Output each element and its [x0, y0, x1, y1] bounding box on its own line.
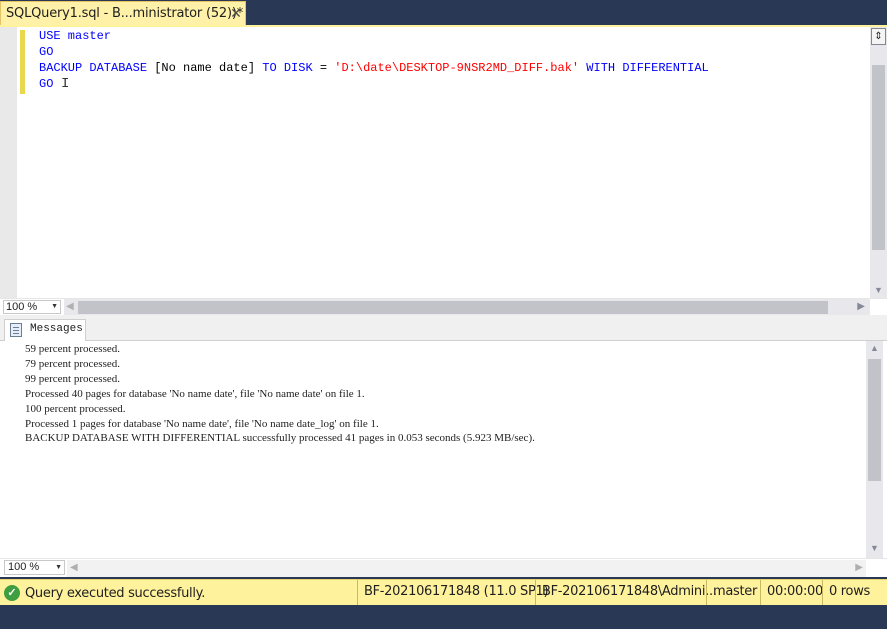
chevron-down-icon: ▼: [55, 564, 62, 571]
scroll-left-icon[interactable]: ◀: [66, 299, 74, 315]
tab-sqlquery1[interactable]: SQLQuery1.sql - B...ministrator (52))* ✕: [0, 1, 246, 25]
message-line: 100 percent processed.: [25, 402, 126, 415]
code-line[interactable]: GO: [39, 76, 709, 92]
code-line[interactable]: USE master: [39, 28, 709, 44]
code-token: BACKUP DATABASE: [39, 61, 155, 75]
text-cursor-icon: I: [61, 76, 70, 92]
messages-vertical-scrollbar[interactable]: ▲ ▼: [866, 341, 883, 558]
editor-status-row: 100 % ▼ ◀ ▶: [0, 298, 887, 316]
message-line: 99 percent processed.: [25, 372, 120, 385]
messages-pane[interactable]: 59 percent processed. 79 percent processe…: [0, 341, 887, 558]
code-token: WITH DIFFERENTIAL: [579, 61, 709, 75]
tab-messages-label: Messages: [30, 323, 83, 335]
messages-scroll-thumb[interactable]: [868, 359, 881, 481]
tab-title: SQLQuery1.sql - B...ministrator (52))*: [6, 6, 244, 21]
editor-scroll-thumb[interactable]: [872, 65, 885, 250]
query-status-bar: ✓ Query executed successfully. BF-202106…: [0, 579, 887, 605]
scroll-down-icon[interactable]: ▼: [870, 282, 887, 298]
close-icon[interactable]: ✕: [228, 5, 244, 21]
status-rows: 0 rows: [822, 580, 870, 605]
document-tab-strip: SQLQuery1.sql - B...ministrator (52))* ✕: [0, 0, 887, 25]
code-line[interactable]: GO: [39, 44, 709, 60]
messages-icon: [10, 323, 22, 337]
editor-vertical-scrollbar[interactable]: ⇕ ▼: [870, 27, 887, 300]
editor-zoom-select[interactable]: 100 % ▼: [3, 300, 61, 314]
scroll-right-icon[interactable]: ▶: [855, 560, 863, 576]
status-database: master: [706, 580, 757, 605]
scroll-left-icon[interactable]: ◀: [70, 560, 78, 576]
code-token: USE master: [39, 29, 112, 43]
status-elapsed: 00:00:00: [760, 580, 823, 605]
message-line: BACKUP DATABASE WITH DIFFERENTIAL succes…: [25, 432, 535, 445]
message-line: Processed 1 pages for database 'No name …: [25, 417, 379, 430]
tab-messages[interactable]: Messages: [4, 319, 86, 341]
chevron-down-icon: ▼: [51, 303, 58, 310]
split-window-button[interactable]: ⇕: [871, 28, 886, 45]
results-status-row: 100 % ▼ ◀ ▶: [0, 558, 887, 577]
results-zoom-select[interactable]: 100 % ▼: [4, 560, 65, 575]
scroll-down-icon[interactable]: ▼: [866, 543, 883, 553]
editor-hscroll-thumb[interactable]: [78, 301, 828, 314]
messages-horizontal-scrollbar[interactable]: ◀ ▶: [67, 560, 866, 577]
query-editor[interactable]: USE master GO BACKUP DATABASE [No name dat…: [0, 25, 887, 300]
window-frame-bottom: [0, 605, 887, 629]
query-text[interactable]: USE master GO BACKUP DATABASE [No name dat…: [39, 28, 709, 92]
code-token: [No name date]: [154, 61, 256, 75]
editor-horizontal-scrollbar[interactable]: ◀ ▶: [64, 299, 870, 316]
code-token: =: [319, 61, 335, 75]
code-token: 'D:\date\DESKTOP-9NSR2MD_DIFF.bak': [334, 61, 580, 75]
results-tab-strip: Messages: [0, 319, 887, 341]
results-zoom-value: 100 %: [8, 561, 40, 573]
indicator-margin: [0, 27, 17, 300]
messages-text: 59 percent processed. 79 percent processe…: [25, 342, 535, 446]
code-token: GO: [39, 45, 54, 59]
change-tracking-bar: [20, 30, 25, 94]
code-line[interactable]: BACKUP DATABASE [No name date] TO DISK =…: [39, 60, 709, 76]
editor-zoom-value: 100 %: [6, 301, 38, 313]
status-user: BF-202106171848\Admini...: [535, 580, 717, 605]
message-line: 79 percent processed.: [25, 357, 120, 370]
scroll-right-icon[interactable]: ▶: [857, 299, 865, 315]
message-line: Processed 40 pages for database 'No name…: [25, 387, 365, 400]
status-message: Query executed successfully.: [25, 586, 206, 601]
code-token: GO: [39, 77, 54, 91]
scroll-up-icon[interactable]: ▲: [866, 343, 883, 353]
success-check-icon: ✓: [4, 585, 20, 601]
message-line: 59 percent processed.: [25, 343, 120, 355]
code-token: TO DISK: [255, 61, 320, 75]
status-server: BF-202106171848 (11.0 SP1): [357, 580, 549, 605]
